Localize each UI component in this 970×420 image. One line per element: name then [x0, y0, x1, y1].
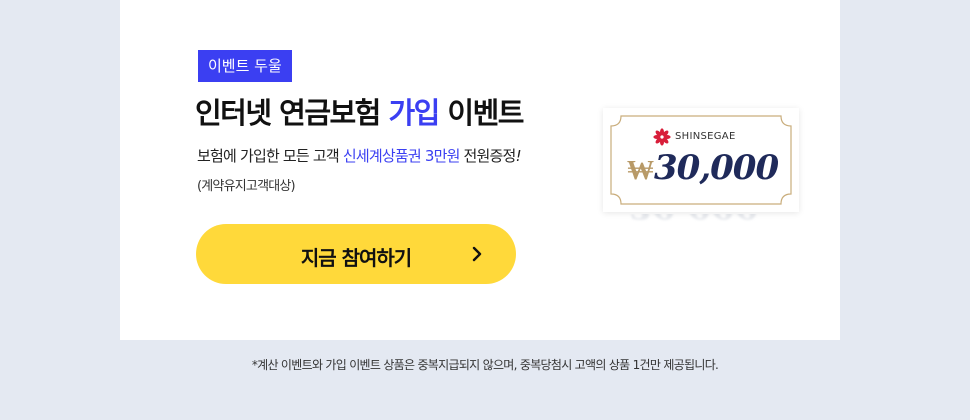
event-title-accent: 가입: [388, 96, 440, 130]
shinsegae-flower-logo-icon: [653, 128, 671, 146]
event-title-text: 인터넷 연금보험: [195, 96, 389, 130]
event-title: 인터넷 연금보험 가입 이벤트: [195, 90, 524, 132]
gift-card-amount-value: 30,000: [654, 148, 779, 188]
event-badge: 이벤트 두울: [198, 50, 292, 82]
event-condition: (계약유지고객대상): [197, 179, 296, 194]
chevron-right-icon: [472, 246, 482, 262]
participate-button[interactable]: 지금 참여하기: [196, 224, 516, 284]
gift-card-amount: ₩30,000: [627, 148, 779, 188]
gift-card-brand: SHINSEGAE: [653, 128, 749, 146]
gift-card-reflection: 30,000: [593, 214, 809, 264]
event-footnote: *계산 이벤트와 가입 이벤트 상품은 중복지급되지 않으며, 중복당첨시 고액…: [251, 358, 719, 372]
gift-card: SHINSEGAE ₩30,000: [603, 108, 799, 212]
gift-card-brand-name: SHINSEGAE: [675, 131, 736, 142]
event-description-suffix: 전원증정: [459, 147, 517, 165]
event-title-suffix: 이벤트: [438, 96, 524, 130]
gift-card-reflection-fade: [593, 214, 809, 264]
event-description-reward: 신세계상품권 3만원: [342, 147, 461, 165]
gift-card-face: SHINSEGAE ₩30,000: [603, 108, 799, 212]
gift-card-currency: ₩: [627, 155, 654, 186]
event-panel: 이벤트 두울 인터넷 연금보험 가입 이벤트 보험에 가입한 모든 고객 신세계…: [120, 0, 840, 340]
event-description-exclaim: !: [515, 147, 522, 165]
event-description-text: 보험에 가입한 모든 고객: [197, 147, 343, 165]
participate-button-label: 지금 참여하기: [300, 246, 412, 270]
event-description: 보험에 가입한 모든 고객 신세계상품권 3만원 전원증정!: [197, 145, 522, 166]
